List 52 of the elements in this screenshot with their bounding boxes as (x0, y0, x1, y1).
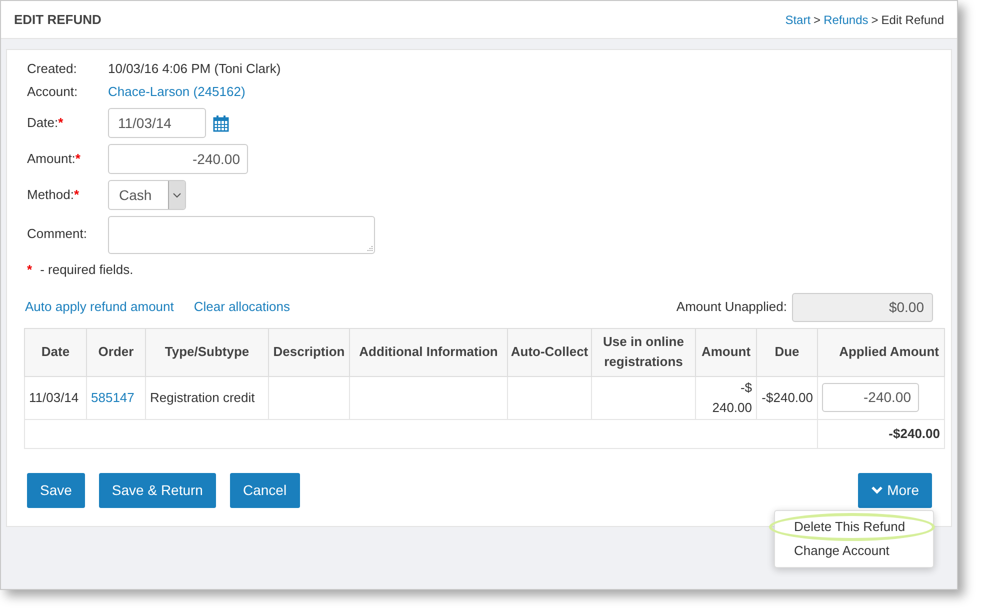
field-label: Comment: (27, 225, 87, 243)
column-header: Type/Subtype (146, 328, 268, 376)
column-header: Use in online registrations (592, 328, 696, 376)
required-marker: * (58, 114, 64, 132)
more-button[interactable]: More (858, 472, 932, 508)
unapplied-label: Amount Unapplied: (676, 298, 787, 316)
column-header: Due (756, 328, 818, 376)
required-marker: * (75, 150, 80, 168)
required-marker: * (74, 186, 80, 204)
field-value: 10/03/16 4:06 PM (Toni Clark) (108, 60, 281, 78)
column-header: Description (268, 328, 350, 376)
comment-field[interactable] (108, 216, 375, 254)
required-note: - required fields. (40, 261, 134, 279)
required-marker: * (27, 261, 32, 279)
table-cell: 11/03/14 (24, 376, 86, 419)
column-header: Applied Amount (818, 328, 944, 376)
table-cell: -$240.00 (756, 376, 818, 419)
table-cell: -$ 240.00 (696, 376, 756, 419)
column-header: Order (86, 328, 146, 376)
action-button[interactable]: Save & Return (98, 472, 216, 508)
amount-field[interactable]: -240.00 (108, 144, 248, 174)
breadcrumb-link[interactable]: Start (785, 10, 811, 28)
resize-grip-icon (366, 245, 373, 252)
account-link[interactable]: Chace-Larson (245162) (108, 82, 246, 102)
action-link[interactable]: Clear allocations (194, 297, 290, 317)
breadcrumb-separator: > (814, 12, 821, 28)
menu-item[interactable]: Delete This Refund (775, 517, 933, 537)
field-label: Account: (27, 82, 79, 101)
breadcrumb-link[interactable]: Refunds (824, 10, 868, 28)
page-title: EDIT REFUND (14, 10, 102, 29)
applied-amount-field[interactable]: -240.00 (822, 383, 919, 412)
column-header: Amount (696, 328, 756, 376)
calendar-icon[interactable] (213, 114, 229, 132)
action-button[interactable]: Save (27, 472, 85, 508)
action-button[interactable]: Cancel (230, 472, 300, 508)
table-cell: Registration credit (146, 376, 268, 419)
total-cell: -$240.00 (818, 419, 944, 448)
column-header: Auto-Collect (508, 328, 592, 376)
column-header: Additional Information (350, 328, 508, 376)
field-label: Method: (27, 186, 74, 204)
column-header: Date (24, 328, 86, 376)
breadcrumb-current: Edit Refund (881, 12, 944, 28)
unapplied-field: $0.00 (792, 292, 933, 322)
chevron-down-icon (168, 181, 185, 209)
menu-item[interactable]: Change Account (775, 541, 933, 561)
action-link[interactable]: Auto apply refund amount (25, 297, 174, 317)
date-field[interactable]: 11/03/14 (108, 108, 206, 138)
breadcrumb-separator: > (871, 12, 878, 28)
field-label: Created: (27, 60, 78, 78)
field-label: Amount: (27, 150, 76, 168)
method-select[interactable]: Cash (108, 180, 186, 210)
field-label: Date: (27, 114, 58, 132)
